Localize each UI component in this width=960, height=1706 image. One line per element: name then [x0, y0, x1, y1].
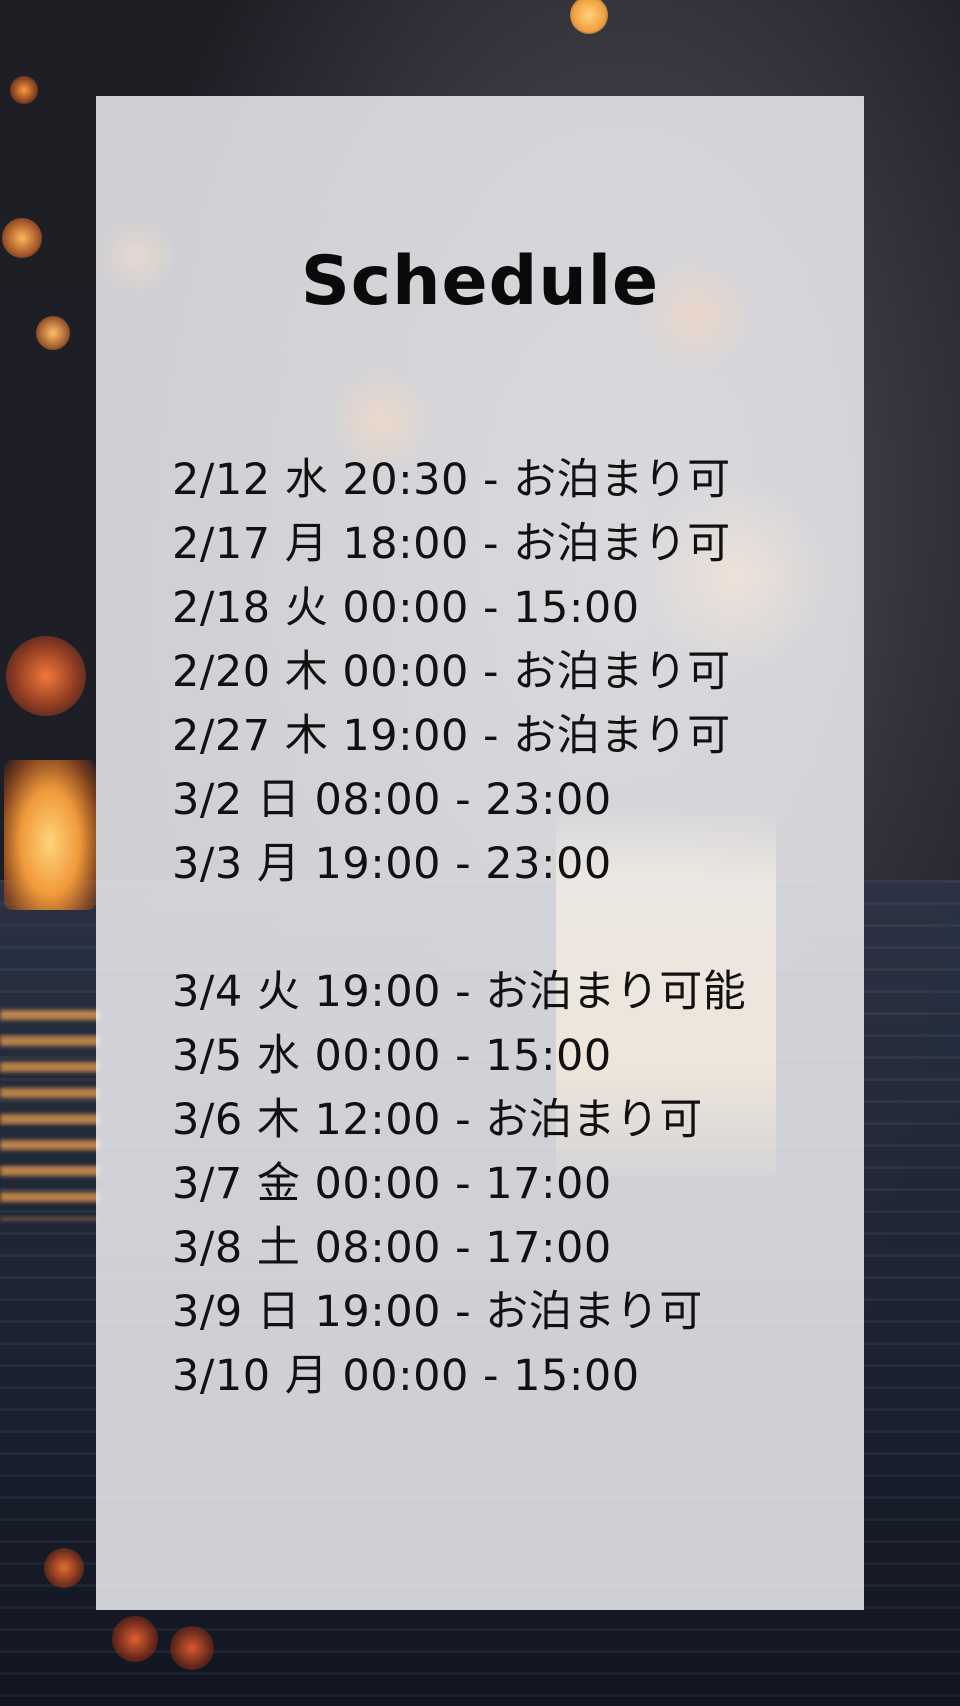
schedule-item: 3/10 月 00:00 - 15:00	[172, 1351, 640, 1401]
schedule-divider	[172, 896, 852, 960]
lantern-reflection-left	[0, 1010, 100, 1220]
schedule-item: 2/27 木 19:00 - お泊まり可	[172, 711, 731, 761]
schedule-item: 3/7 金 00:00 - 17:00	[172, 1159, 612, 1209]
schedule-item: 2/17 月 18:00 - お泊まり可	[172, 519, 731, 569]
schedule-item: 2/20 木 00:00 - お泊まり可	[172, 647, 731, 697]
schedule-item: 2/12 水 20:30 - お泊まり可	[172, 455, 731, 505]
lantern-glow-left	[4, 760, 96, 910]
schedule-item: 3/9 日 19:00 - お泊まり可	[172, 1287, 703, 1337]
schedule-list: 2/12 水 20:30 - お泊まり可 2/17 月 18:00 - お泊まり…	[172, 448, 852, 1408]
schedule-item: 2/18 火 00:00 - 15:00	[172, 583, 640, 633]
schedule-item: 3/6 木 12:00 - お泊まり可	[172, 1095, 703, 1145]
schedule-item: 3/2 日 08:00 - 23:00	[172, 775, 612, 825]
schedule-item: 3/4 火 19:00 - お泊まり可能	[172, 967, 747, 1017]
page-title: Schedule	[300, 242, 660, 321]
schedule-item: 3/5 水 00:00 - 15:00	[172, 1031, 612, 1081]
schedule-item: 3/8 土 08:00 - 17:00	[172, 1223, 612, 1273]
schedule-item: 3/3 月 19:00 - 23:00	[172, 839, 612, 889]
